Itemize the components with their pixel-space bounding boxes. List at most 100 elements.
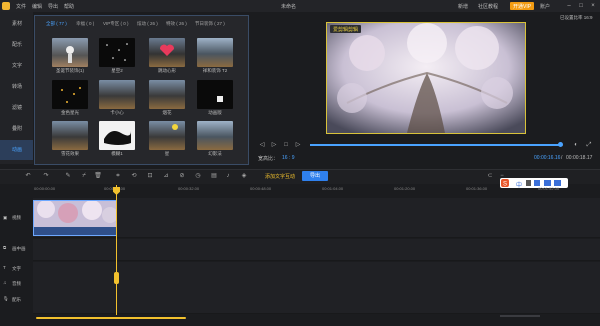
video-track-icon: ▣ <box>3 215 8 220</box>
menu-help[interactable]: 帮助 <box>64 3 74 10</box>
volume-icon[interactable]: ◐ <box>572 141 580 149</box>
minimize-icon[interactable]: – <box>565 2 573 10</box>
thumb-item[interactable] <box>149 121 185 150</box>
thumb-item[interactable] <box>99 80 135 109</box>
music-track[interactable] <box>33 292 600 314</box>
thumb-item[interactable] <box>197 38 233 67</box>
time-separator: / <box>561 155 563 161</box>
current-time: 00:00:16.16 <box>534 155 561 161</box>
thumb-item[interactable] <box>52 121 88 150</box>
pip-track[interactable] <box>33 239 600 261</box>
aspect-ratio-value[interactable]: 16 : 9 <box>282 155 295 161</box>
track-label-text: 文字 <box>12 266 21 271</box>
thumb-item[interactable] <box>197 121 233 150</box>
speed-icon[interactable]: ⊘ <box>178 172 186 180</box>
ruler-tick: 00:01:04.00 <box>322 186 344 191</box>
ruler-tick: 00:01:36.00 <box>466 186 488 191</box>
app-logo <box>2 2 10 10</box>
thumb-label: 星空2 <box>111 68 123 73</box>
thumb-item[interactable] <box>99 121 135 150</box>
thumb-item[interactable] <box>52 38 88 67</box>
export-button[interactable]: 导出 <box>302 171 328 181</box>
watermark-badge: 爱剪辑剪辑 <box>330 25 362 33</box>
clock-icon[interactable]: ◷ <box>194 172 202 180</box>
fullscreen-icon[interactable]: ⤢ <box>585 141 593 149</box>
document-title: 未命名 <box>281 4 297 10</box>
aspect-ratio-label: 宽高比： <box>258 156 279 162</box>
progress-handle[interactable] <box>558 142 563 147</box>
sidebar-item-text[interactable]: 文字 <box>0 56 33 76</box>
thumb-label: 金色星光 <box>61 110 79 115</box>
stop-icon[interactable]: □ <box>282 141 290 149</box>
sidebar-item-media[interactable]: 素材 <box>0 14 33 34</box>
add-text-interaction-button[interactable]: 添加文字互动 <box>265 173 295 180</box>
pen-icon[interactable]: ✎ <box>64 172 72 180</box>
text-track-icon: T <box>3 265 6 270</box>
mirror-icon[interactable]: ⊿ <box>162 172 170 180</box>
tab-vip[interactable]: VIP专区 ( 0 ) <box>103 21 129 27</box>
track-label-pip: 画中画 <box>12 246 26 251</box>
thumb-label: 星 <box>164 151 170 156</box>
tutorial-link[interactable]: 社区教程 <box>478 3 498 10</box>
undo-icon[interactable]: ↶ <box>24 172 32 180</box>
ruler-tick: 00:00:48.00 <box>250 186 272 191</box>
crop-icon[interactable]: ⌗ <box>114 172 122 180</box>
mask-icon[interactable]: ▤ <box>210 172 218 180</box>
menu-file[interactable]: 文件 <box>16 3 26 10</box>
rotate-icon[interactable]: ⟲ <box>130 172 138 180</box>
fill-icon[interactable]: ◈ <box>240 172 248 180</box>
tab-holiday[interactable]: 节日装饰 ( 27 ) <box>195 21 225 27</box>
magnet-icon[interactable]: ⊂ <box>486 172 494 180</box>
split-icon[interactable]: ⌿ <box>80 172 88 180</box>
thumb-label: 雪花效果 <box>61 151 79 156</box>
vip-button[interactable]: 开通VIP <box>510 2 535 10</box>
track-label-audio: 音频 <box>12 281 21 286</box>
video-track[interactable] <box>33 198 600 238</box>
track-label-video: 视频 <box>12 215 21 220</box>
sidebar-item-filter[interactable]: 滤镜 <box>0 98 33 118</box>
thumb-item[interactable] <box>52 80 88 109</box>
video-clip[interactable] <box>33 200 117 236</box>
play-icon[interactable]: ▷ <box>270 141 278 149</box>
menu-export[interactable]: 导出 <box>48 3 58 10</box>
delete-icon[interactable]: 🗑 <box>94 172 102 180</box>
tab-dynamic[interactable]: 炫动 ( 26 ) <box>137 21 158 27</box>
video-preview <box>326 22 526 134</box>
thumb-item[interactable] <box>197 80 233 109</box>
pip-track-icon: ⧉ <box>3 245 7 250</box>
ruler-tick: 00:00:32.00 <box>178 186 200 191</box>
ratio-tag: 已设置比率 16:9 <box>560 15 593 20</box>
thumb-item[interactable] <box>149 80 185 109</box>
tab-effects[interactable]: 特效 ( 26 ) <box>166 21 187 27</box>
thumb-label: 祥和装饰 T2 <box>202 68 228 73</box>
sidebar-item-music[interactable]: 配乐 <box>0 35 33 55</box>
menu-edit[interactable]: 编辑 <box>32 3 42 10</box>
playhead-marker[interactable] <box>114 272 119 284</box>
close-icon[interactable]: × <box>589 2 597 10</box>
thumb-label: 卡小心 <box>110 110 124 115</box>
thumb-label: 模糊1 <box>111 151 123 156</box>
sidebar-item-animation[interactable]: 动画 <box>0 140 33 160</box>
user-button[interactable]: 账户 <box>540 3 550 10</box>
redo-icon[interactable]: ↷ <box>42 172 50 180</box>
prev-frame-icon[interactable]: ◁ <box>258 141 266 149</box>
thumb-item[interactable] <box>99 38 135 67</box>
maximize-icon[interactable]: □ <box>577 2 585 10</box>
mic-icon[interactable]: ♪ <box>224 172 232 180</box>
thumb-label: 幻影法 <box>208 151 222 156</box>
track-label-music: 配乐 <box>12 297 21 302</box>
sidebar-item-overlay[interactable]: 叠附 <box>0 119 33 139</box>
new-link[interactable]: 新增 <box>458 3 468 10</box>
thumb-item[interactable] <box>149 38 185 67</box>
audio-track-icon: ♫ <box>3 280 7 285</box>
timeline-scrollbar[interactable] <box>36 317 186 319</box>
progress-fill <box>310 144 560 146</box>
zoom-slider[interactable] <box>500 315 540 317</box>
next-frame-icon[interactable]: ▷ <box>294 141 302 149</box>
ruler-tick: 00:01:20.00 <box>394 186 416 191</box>
tab-all[interactable]: 全部 ( 77 ) <box>46 21 67 27</box>
zoom-frame-icon[interactable]: ⊡ <box>146 172 154 180</box>
music-track-icon: 🎙 <box>3 296 9 301</box>
tab-happy[interactable]: 幸福 ( 0 ) <box>76 21 94 27</box>
sidebar-item-transition[interactable]: 转场 <box>0 77 33 97</box>
